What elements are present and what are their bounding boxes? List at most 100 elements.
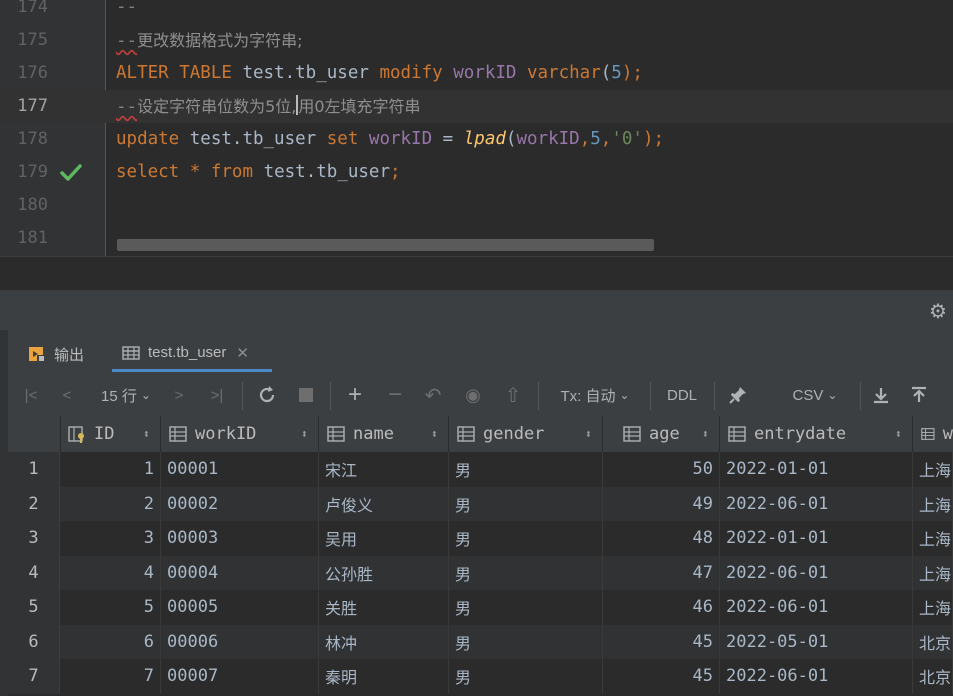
tab-output[interactable]: 输出 — [28, 336, 100, 372]
cell-w[interactable]: 上海 — [913, 486, 953, 521]
cell-age[interactable]: 47 — [603, 555, 720, 590]
cell-w[interactable]: 上海 — [913, 555, 953, 590]
row-number[interactable]: 7 — [8, 659, 60, 694]
cell-id[interactable]: 2 — [60, 486, 161, 521]
cell-name[interactable]: 关胜 — [319, 590, 449, 625]
result-grid[interactable]: ID ⬍ workID ⬍ name ⬍ gender ⬍ age ⬍ entr… — [8, 416, 953, 696]
column-header-id[interactable]: ID ⬍ — [60, 416, 161, 452]
check-icon[interactable] — [60, 156, 82, 189]
cell-gender[interactable]: 男 — [449, 555, 603, 590]
code-line-176[interactable]: 176 ALTER TABLE test.tb_user modify work… — [0, 57, 953, 90]
cell-age[interactable]: 49 — [603, 486, 720, 521]
cell-w[interactable]: 北京 — [913, 659, 953, 694]
add-row-icon[interactable]: + — [342, 376, 368, 414]
export-format-dropdown[interactable]: CSV ⌄ — [784, 376, 846, 414]
sort-icon[interactable]: ⬍ — [702, 427, 709, 441]
cell-id[interactable]: 3 — [60, 521, 161, 556]
cell-entrydate[interactable]: 2022-06-01 — [720, 486, 913, 521]
sort-icon[interactable]: ⬍ — [431, 427, 438, 441]
cell-id[interactable]: 6 — [60, 624, 161, 659]
cell-id[interactable]: 1 — [60, 452, 161, 487]
cell-age[interactable]: 50 — [603, 452, 720, 487]
cell-w[interactable]: 上海 — [913, 521, 953, 556]
close-icon[interactable]: ✕ — [236, 344, 249, 362]
cell-workid[interactable]: 00001 — [161, 452, 319, 487]
cell-id[interactable]: 4 — [60, 555, 161, 590]
sort-icon[interactable]: ⬍ — [143, 427, 150, 441]
first-page-icon[interactable]: |< — [18, 376, 44, 414]
cell-w[interactable]: 北京 — [913, 624, 953, 659]
cell-name[interactable]: 公孙胜 — [319, 555, 449, 590]
cell-workid[interactable]: 00004 — [161, 555, 319, 590]
table-row[interactable]: 5 5 00005 关胜男 46 2022-06-01 上海 — [8, 590, 953, 625]
cell-entrydate[interactable]: 2022-01-01 — [720, 521, 913, 556]
refresh-icon[interactable] — [254, 376, 280, 414]
cell-gender[interactable]: 男 — [449, 659, 603, 694]
tx-mode-dropdown[interactable]: Tx: 自动 ⌄ — [552, 376, 638, 414]
cell-name[interactable]: 秦明 — [319, 659, 449, 694]
last-page-icon[interactable]: >| — [204, 376, 230, 414]
table-row[interactable]: 6 6 00006 林冲男 45 2022-05-01 北京 — [8, 624, 953, 659]
code-line-175[interactable]: 175 --更改数据格式为字符串; — [0, 24, 953, 57]
cell-gender[interactable]: 男 — [449, 624, 603, 659]
table-row[interactable]: 4 4 00004 公孙胜男 47 2022-06-01 上海 — [8, 555, 953, 590]
code-line-178[interactable]: 178 update test.tb_user set workID = lpa… — [0, 123, 953, 156]
tab-result-table[interactable]: test.tb_user ✕ — [112, 336, 272, 372]
cell-age[interactable]: 45 — [603, 659, 720, 694]
table-row[interactable]: 3 3 00003 吴用男 48 2022-01-01 上海 — [8, 521, 953, 556]
cell-age[interactable]: 46 — [603, 590, 720, 625]
gear-icon[interactable]: ⚙ — [926, 300, 950, 324]
next-page-icon[interactable]: > — [168, 376, 190, 414]
cell-w[interactable]: 上海 — [913, 590, 953, 625]
code-line-180[interactable]: 180 — [0, 189, 953, 222]
cell-id[interactable]: 7 — [60, 659, 161, 694]
prev-page-icon[interactable]: < — [56, 376, 78, 414]
cell-entrydate[interactable]: 2022-06-01 — [720, 590, 913, 625]
row-number[interactable]: 2 — [8, 486, 60, 521]
submit-icon[interactable]: ⇧ — [500, 376, 526, 414]
cell-workid[interactable]: 00002 — [161, 486, 319, 521]
download-icon[interactable] — [868, 376, 894, 414]
preview-changes-icon[interactable]: ◉ — [460, 376, 486, 414]
cell-entrydate[interactable]: 2022-06-01 — [720, 659, 913, 694]
table-row[interactable]: 7 7 00007 秦明男 45 2022-06-01 北京 — [8, 659, 953, 694]
cell-gender[interactable]: 男 — [449, 486, 603, 521]
row-number[interactable]: 6 — [8, 624, 60, 659]
cell-workid[interactable]: 00006 — [161, 624, 319, 659]
code-line-177[interactable]: 177 --设定字符串位数为5位, 用0左填充字符串 — [0, 90, 953, 123]
cell-workid[interactable]: 00007 — [161, 659, 319, 694]
stop-icon[interactable] — [294, 376, 318, 414]
ddl-button[interactable]: DDL — [660, 376, 704, 414]
column-header-workid[interactable]: workID ⬍ — [161, 416, 319, 452]
cell-name[interactable]: 卢俊义 — [319, 486, 449, 521]
cell-name[interactable]: 宋江 — [319, 452, 449, 487]
cell-age[interactable]: 48 — [603, 521, 720, 556]
table-row[interactable]: 2 2 00002 卢俊义男 49 2022-06-01 上海 — [8, 486, 953, 521]
cell-gender[interactable]: 男 — [449, 452, 603, 487]
cell-gender[interactable]: 男 — [449, 521, 603, 556]
cell-id[interactable]: 5 — [60, 590, 161, 625]
sql-editor[interactable]: 174 -- 175 --更改数据格式为字符串; 176 ALTER TABLE… — [0, 0, 953, 291]
row-number[interactable]: 4 — [8, 555, 60, 590]
cell-workid[interactable]: 00005 — [161, 590, 319, 625]
page-size-dropdown[interactable]: 15 行 ⌄ — [94, 376, 158, 414]
cell-name[interactable]: 吴用 — [319, 521, 449, 556]
row-number[interactable]: 1 — [8, 452, 60, 487]
cell-entrydate[interactable]: 2022-01-01 — [720, 452, 913, 487]
code-line-174[interactable]: 174 -- — [0, 0, 953, 24]
cell-entrydate[interactable]: 2022-06-01 — [720, 555, 913, 590]
code-line-179[interactable]: 179 select * from test.tb_user; — [0, 156, 953, 189]
sort-icon[interactable]: ⬍ — [585, 427, 592, 441]
horizontal-scrollbar[interactable] — [117, 239, 654, 251]
row-number[interactable]: 5 — [8, 590, 60, 625]
cell-gender[interactable]: 男 — [449, 590, 603, 625]
revert-icon[interactable]: ↶ — [420, 376, 446, 414]
upload-icon[interactable] — [906, 376, 932, 414]
column-header-gender[interactable]: gender ⬍ — [449, 416, 603, 452]
cell-entrydate[interactable]: 2022-05-01 — [720, 624, 913, 659]
column-header-entrydate[interactable]: entrydate ⬍ — [720, 416, 913, 452]
cell-workid[interactable]: 00003 — [161, 521, 319, 556]
sort-icon[interactable]: ⬍ — [301, 427, 308, 441]
delete-row-icon[interactable]: − — [382, 376, 408, 414]
cell-age[interactable]: 45 — [603, 624, 720, 659]
